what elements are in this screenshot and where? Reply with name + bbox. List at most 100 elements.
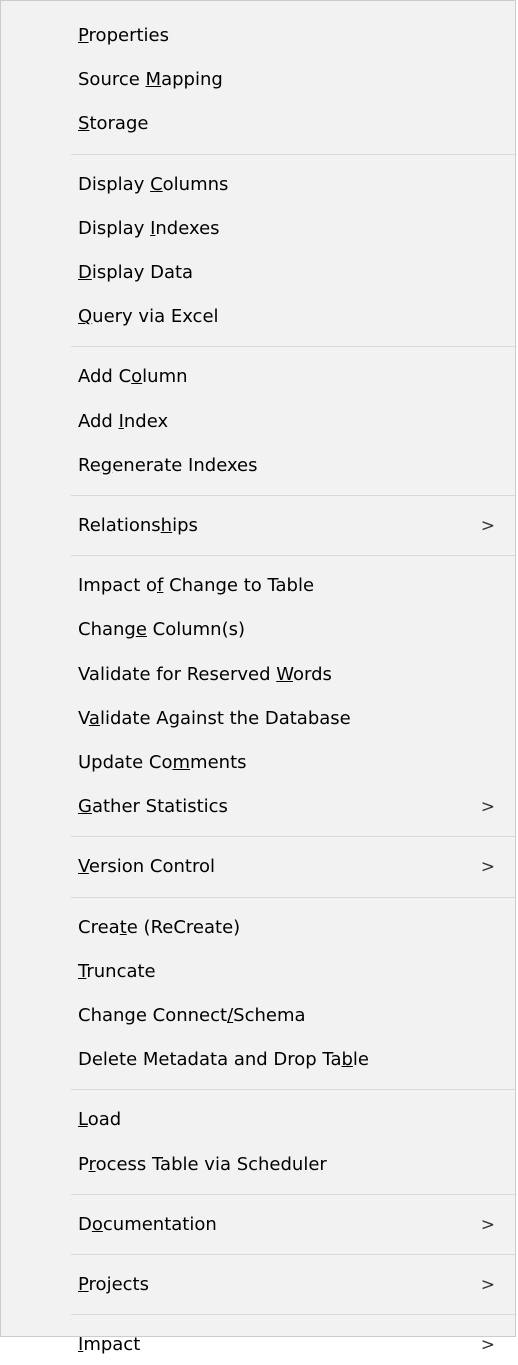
menu-item-label: Display Indexes	[78, 209, 220, 249]
chevron-right-icon: >	[480, 857, 495, 878]
menu-item-impact-of-change-to-table[interactable]: Impact of Change to Table	[78, 566, 515, 606]
mnemonic-key: P	[78, 1274, 89, 1295]
menu-item-label: Process Table via Scheduler	[78, 1145, 327, 1185]
menu-item-label: Load	[78, 1100, 121, 1140]
menu-item-source-mapping[interactable]: Source Mapping	[78, 60, 515, 100]
menu-item-impact[interactable]: Impact >	[78, 1325, 515, 1365]
menu-item-create-recreate[interactable]: Create (ReCreate)	[78, 908, 515, 948]
mnemonic-key: S	[78, 113, 90, 135]
menu-separator	[71, 153, 515, 155]
menu-item-add-index[interactable]: Add Index	[78, 402, 515, 442]
menu-item-label: Change Connect/Schema	[78, 996, 306, 1036]
menu-item-display-indexes[interactable]: Display Indexes	[78, 209, 515, 249]
label-text: mpact	[83, 1334, 141, 1356]
menu-separator	[71, 555, 515, 557]
label-text: ips	[172, 515, 198, 536]
label-text: rojects	[88, 1274, 149, 1295]
menu-item-validate-for-reserved-words[interactable]: Validate for Reserved Words	[78, 655, 515, 695]
menu-item-storage[interactable]: Storage	[78, 104, 515, 144]
label-text: ords	[292, 663, 332, 685]
mnemonic-key: L	[78, 1109, 88, 1131]
label-text: ersion Control	[88, 856, 215, 878]
label-text: enerate Indexes	[112, 454, 258, 476]
label-text: P	[78, 1153, 89, 1175]
label-text: Column(s)	[146, 619, 245, 641]
menu-item-change-connect-schema[interactable]: Change Connect/Schema	[78, 996, 515, 1036]
menu-item-query-via-excel[interactable]: Query via Excel	[78, 297, 515, 337]
label-text: ocess Table via Scheduler	[95, 1153, 327, 1175]
label-text: ments	[190, 752, 247, 773]
chevron-right-icon: >	[480, 516, 495, 536]
label-text: V	[78, 707, 89, 729]
menu-item-relationships[interactable]: Relationships >	[78, 506, 515, 546]
menu-item-label: Gather Statistics	[78, 787, 228, 827]
mnemonic-key: r	[88, 1153, 96, 1175]
mnemonic-key: g	[100, 454, 113, 476]
menu-item-change-column-s[interactable]: Change Column(s)	[78, 610, 515, 650]
label-text: oad	[87, 1109, 122, 1131]
mnemonic-key: W	[276, 663, 293, 685]
label-text: Display	[78, 173, 151, 195]
menu-separator	[71, 1089, 515, 1091]
label-text: Crea	[78, 916, 120, 938]
context-menu: Properties Source Mapping Storage Display C…	[0, 0, 516, 1355]
label-text: olumns	[162, 173, 229, 195]
mnemonic-key: m	[172, 752, 191, 773]
label-text: isplay Data	[91, 262, 194, 283]
menu-item-truncate[interactable]: Truncate	[78, 952, 515, 992]
label-text: Schema	[233, 1005, 306, 1026]
menu-item-label: Display Data	[78, 253, 193, 293]
mnemonic-key: e	[135, 619, 147, 641]
label-text: apping	[161, 69, 223, 91]
mnemonic-key: C	[150, 173, 163, 195]
menu-item-version-control[interactable]: Version Control >	[78, 847, 515, 887]
mnemonic-key: h	[160, 515, 173, 536]
label-text: ather Statistics	[91, 796, 228, 818]
mnemonic-key: o	[91, 1213, 103, 1235]
menu-item-documentation[interactable]: Documentation >	[78, 1205, 515, 1245]
menu-separator	[71, 1254, 515, 1255]
menu-item-display-data[interactable]: Display Data	[78, 253, 515, 293]
menu-item-gather-statistics[interactable]: Gather Statistics >	[78, 787, 515, 827]
menu-item-update-comments[interactable]: Update Comments	[78, 743, 515, 783]
label-text: Add	[78, 410, 119, 432]
mnemonic-key: D	[78, 262, 92, 283]
menu-item-add-column[interactable]: Add Column	[78, 357, 515, 397]
menu-item-delete-metadata-and-drop-table[interactable]: Delete Metadata and Drop Table	[78, 1040, 515, 1080]
menu-item-projects[interactable]: Projects >	[78, 1265, 515, 1305]
menu-item-label: Change Column(s)	[78, 610, 245, 650]
menu-item-label: Truncate	[78, 952, 156, 992]
menu-item-label: Relationships	[78, 506, 198, 546]
menu-item-label: Version Control	[78, 847, 215, 887]
menu-item-label: Validate for Reserved Words	[78, 655, 332, 695]
chevron-right-icon: >	[480, 1335, 495, 1356]
menu-item-load[interactable]: Load	[78, 1100, 515, 1140]
chevron-right-icon: >	[480, 797, 495, 818]
menu-item-label: Add Column	[78, 357, 188, 397]
mnemonic-key: G	[78, 796, 92, 818]
menu-separator	[71, 1193, 515, 1195]
mnemonic-key: t	[119, 916, 127, 938]
menu-item-properties[interactable]: Properties	[78, 16, 515, 56]
menu-item-label: Impact of Change to Table	[78, 566, 314, 606]
label-text: Change to Table	[163, 575, 315, 597]
menu-separator	[71, 346, 515, 348]
label-text: runcate	[86, 960, 156, 982]
mnemonic-key: M	[145, 69, 162, 91]
label-text: Re	[78, 454, 101, 476]
menu-item-validate-against-the-database[interactable]: Validate Against the Database	[78, 699, 515, 739]
mnemonic-key: a	[88, 707, 100, 729]
menu-item-process-table-via-scheduler[interactable]: Process Table via Scheduler	[78, 1145, 515, 1185]
label-text: D	[78, 1213, 92, 1235]
menu-item-label: Source Mapping	[78, 60, 223, 100]
menu-item-label: Regenerate Indexes	[78, 446, 258, 486]
label-text: uery via Excel	[92, 306, 219, 328]
menu-item-display-columns[interactable]: Display Columns	[78, 165, 515, 205]
menu-item-regenerate-indexes[interactable]: Regenerate Indexes	[78, 446, 515, 486]
menu-item-label: Properties	[78, 16, 169, 56]
menu-item-label: Storage	[78, 104, 148, 144]
menu-item-label: Projects	[78, 1265, 149, 1305]
label-text: ndexes	[155, 217, 220, 239]
label-text: Display	[78, 217, 151, 239]
mnemonic-key: Q	[78, 306, 93, 328]
